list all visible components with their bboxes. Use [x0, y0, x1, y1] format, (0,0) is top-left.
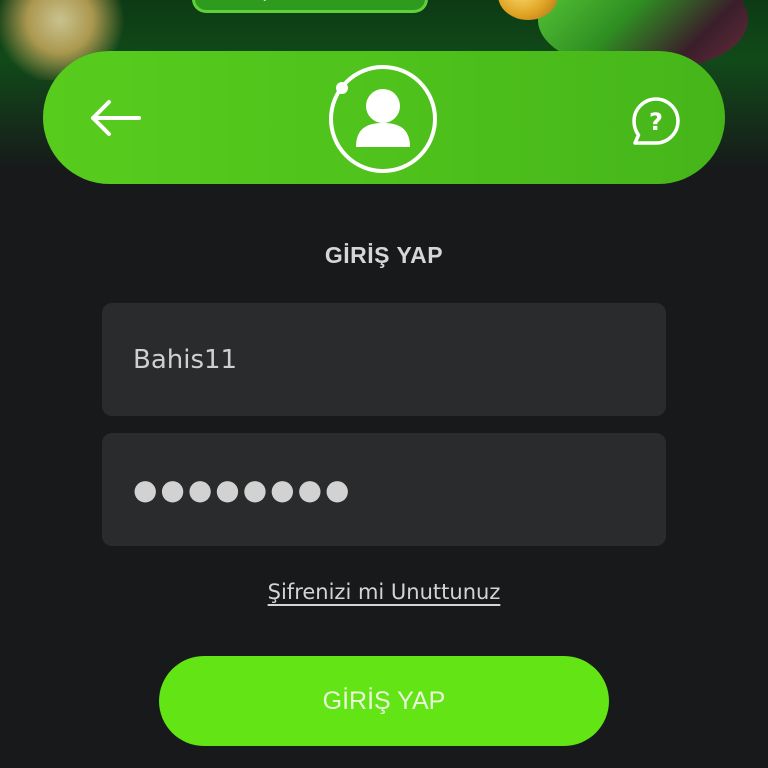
- back-button[interactable]: [85, 93, 145, 143]
- user-avatar-icon: [329, 65, 437, 173]
- username-input[interactable]: [133, 344, 635, 375]
- login-screen: 7/24 DESTEK ? GİRİ: [0, 0, 768, 768]
- help-button[interactable]: ?: [629, 95, 683, 149]
- forgot-password-link[interactable]: Şifrenizi mi Unuttunuz: [268, 580, 501, 604]
- header-bar: ?: [43, 51, 725, 184]
- forgot-password-row: Şifrenizi mi Unuttunuz: [0, 580, 768, 604]
- user-avatar: [327, 63, 439, 175]
- promo-badge: 7/24 DESTEK: [192, 0, 428, 13]
- username-field[interactable]: [102, 303, 666, 416]
- arrow-left-icon: [91, 100, 141, 136]
- password-field[interactable]: [102, 433, 666, 546]
- page-title: GİRİŞ YAP: [324, 242, 444, 268]
- password-input[interactable]: [133, 473, 635, 506]
- login-button[interactable]: GİRİŞ YAP: [159, 656, 609, 746]
- svg-text:?: ?: [649, 108, 663, 136]
- help-chat-icon: ?: [632, 97, 680, 145]
